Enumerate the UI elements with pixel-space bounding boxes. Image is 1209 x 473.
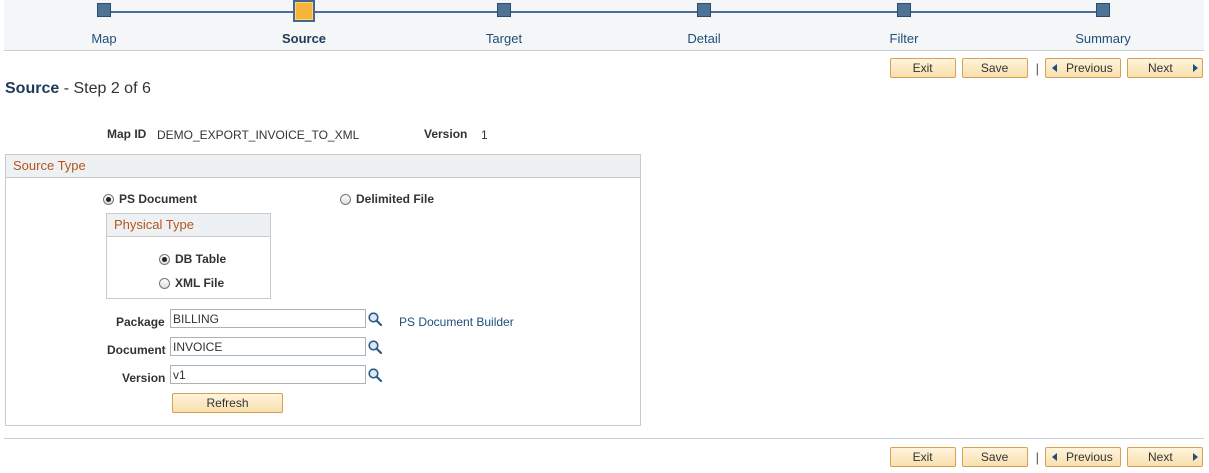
source-type-group: Source Type: [5, 154, 641, 426]
map-id-label: Map ID: [107, 127, 147, 141]
step-summary[interactable]: Summary: [1033, 0, 1173, 46]
step-label[interactable]: Target: [434, 31, 574, 46]
radio-selected-icon[interactable]: [159, 253, 170, 265]
version-value: 1: [481, 128, 488, 142]
button-separator: |: [1035, 60, 1039, 76]
previous-button[interactable]: Previous: [1045, 58, 1121, 78]
step-node-icon[interactable]: [697, 3, 711, 17]
step-detail[interactable]: Detail: [634, 0, 774, 46]
source-type-title: Source Type: [6, 155, 640, 178]
next-button-bottom[interactable]: Next: [1127, 447, 1203, 467]
chevron-left-icon: [1052, 64, 1057, 72]
radio-delimited-file[interactable]: Delimited File: [340, 192, 434, 206]
version-lookup-search-icon[interactable]: [367, 367, 383, 383]
radio-xml-file[interactable]: XML File: [159, 276, 224, 290]
save-button[interactable]: Save: [961, 58, 1028, 78]
step-train: Map Source Target Detail Filter Summary: [4, 0, 1204, 51]
step-label[interactable]: Filter: [834, 31, 974, 46]
exit-button-bottom[interactable]: Exit: [889, 447, 956, 467]
radio-label: Delimited File: [356, 192, 435, 206]
document-input[interactable]: [170, 337, 366, 356]
step-label[interactable]: Summary: [1033, 31, 1173, 46]
previous-button-bottom[interactable]: Previous: [1045, 447, 1121, 467]
refresh-button[interactable]: Refresh: [172, 393, 283, 413]
chevron-right-icon: [1192, 64, 1198, 72]
previous-label: Previous: [1066, 450, 1113, 464]
step-source[interactable]: Source: [234, 0, 374, 46]
step-filter[interactable]: Filter: [834, 0, 974, 46]
next-button[interactable]: Next: [1127, 58, 1203, 78]
physical-type-title: Physical Type: [107, 214, 270, 237]
radio-ps-document[interactable]: PS Document: [103, 192, 197, 206]
radio-db-table[interactable]: DB Table: [159, 252, 226, 266]
package-input[interactable]: [170, 309, 366, 328]
save-button-bottom[interactable]: Save: [961, 447, 1028, 467]
previous-label: Previous: [1066, 61, 1113, 75]
next-label: Next: [1148, 61, 1173, 75]
step-node-icon[interactable]: [897, 3, 911, 17]
page-title: Source - Step 2 of 6: [5, 80, 151, 98]
step-label[interactable]: Source: [234, 31, 374, 46]
top-button-bar: Exit Save | Previous Next: [884, 58, 1203, 78]
radio-unselected-icon[interactable]: [340, 193, 351, 205]
step-node-icon[interactable]: [97, 3, 111, 17]
page-title-main: Source: [5, 80, 60, 97]
exit-button[interactable]: Exit: [889, 58, 956, 78]
radio-label: XML File: [175, 276, 225, 290]
step-node-icon[interactable]: [497, 3, 511, 17]
page-title-step: - Step 2 of 6: [59, 80, 151, 97]
step-label[interactable]: Detail: [634, 31, 774, 46]
package-lookup-search-icon[interactable]: [367, 311, 383, 327]
step-label[interactable]: Map: [34, 31, 174, 46]
map-id-value: DEMO_EXPORT_INVOICE_TO_XML: [157, 128, 360, 142]
step-map[interactable]: Map: [34, 0, 174, 46]
radio-unselected-icon[interactable]: [159, 277, 170, 289]
package-label: Package: [116, 315, 165, 329]
step-target[interactable]: Target: [434, 0, 574, 46]
chevron-left-icon: [1052, 453, 1057, 461]
chevron-right-icon: [1192, 453, 1198, 461]
doc-version-input[interactable]: [170, 365, 366, 384]
next-label: Next: [1148, 450, 1173, 464]
document-lookup-search-icon[interactable]: [367, 339, 383, 355]
doc-version-label: Version: [122, 371, 166, 385]
divider: [4, 438, 1204, 439]
radio-selected-icon[interactable]: [103, 193, 114, 205]
version-label: Version: [424, 127, 468, 141]
radio-label: PS Document: [119, 192, 198, 206]
document-label: Document: [107, 343, 166, 357]
step-node-active-icon[interactable]: [293, 0, 315, 22]
bottom-button-bar: Exit Save | Previous Next: [884, 447, 1203, 467]
radio-label: DB Table: [175, 252, 227, 266]
step-node-icon[interactable]: [1096, 3, 1110, 17]
button-separator: |: [1035, 449, 1039, 465]
ps-document-builder-link[interactable]: PS Document Builder: [399, 315, 514, 329]
